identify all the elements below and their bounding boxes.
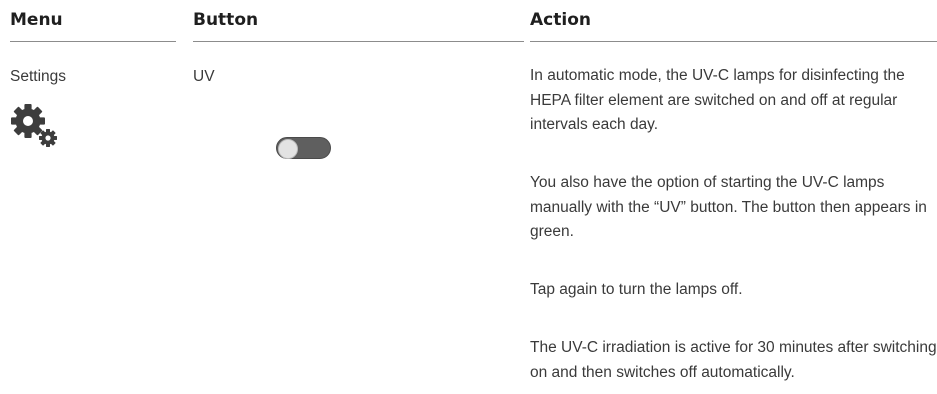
menu-header: Menu [10,0,176,42]
button-column: Button UV [193,0,524,159]
action-paragraph-turn-off: Tap again to turn the lamps off. [530,281,743,298]
action-paragraph-duration: The UV-C irradiation is active for 30 mi… [530,339,937,381]
menu-column: Menu Settings [10,0,176,147]
uv-button-label: UV [193,68,215,85]
action-header: Action [530,0,937,42]
menu-settings-label: Settings [10,68,67,85]
action-paragraph-manual: You also have the option of starting the… [530,174,927,240]
action-paragraph-automatic: In automatic mode, the UV-C lamps for di… [530,67,905,133]
toggle-knob [278,138,298,159]
gear-icon [11,104,57,147]
action-column: Action In automatic mode, the UV-C lamps… [530,0,937,381]
button-header: Button [193,0,524,42]
uv-toggle-switch[interactable] [276,137,331,159]
